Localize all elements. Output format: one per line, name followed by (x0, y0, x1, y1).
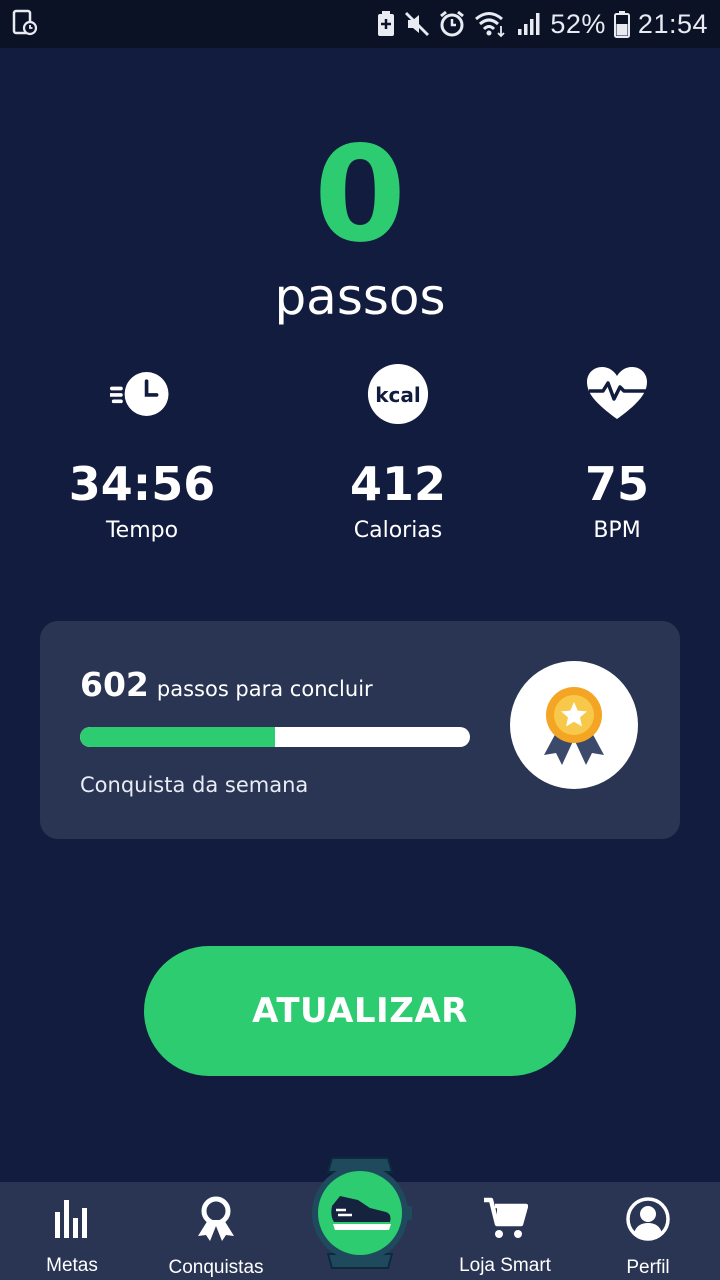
bar-chart-icon (52, 1196, 92, 1245)
stat-calories: kcal 412 Calorias (298, 362, 498, 543)
profile-icon (625, 1196, 671, 1247)
calories-value: 412 (349, 457, 447, 511)
achievement-progress-fill (80, 727, 275, 747)
signal-icon (516, 11, 542, 37)
screen-record-icon (12, 8, 38, 41)
nav-item-metas[interactable]: Metas (22, 1182, 122, 1280)
stat-time: 34:56 Tempo (42, 362, 242, 543)
bpm-value: 75 (584, 457, 649, 511)
achievement-progress-bar (80, 727, 470, 747)
remaining-steps-number: 602 (80, 665, 149, 704)
achievement-remaining: 602 passos para concluir (80, 665, 373, 704)
clock-icon (110, 362, 174, 426)
stat-bpm: 75 BPM (517, 362, 717, 543)
alarm-icon (438, 10, 466, 38)
medal-icon (510, 661, 638, 789)
update-button[interactable]: ATUALIZAR (144, 946, 576, 1076)
steps-label: passos (274, 268, 446, 326)
nav-label-perfil: Perfil (626, 1257, 670, 1278)
nav-item-loja-smart[interactable]: Loja Smart (444, 1182, 566, 1280)
steps-count: 0 (314, 118, 406, 272)
nav-label-loja-smart: Loja Smart (459, 1255, 551, 1276)
nav-item-conquistas[interactable]: Conquistas (150, 1182, 282, 1280)
achievement-subtitle: Conquista da semana (80, 773, 309, 797)
clock-time: 21:54 (637, 8, 708, 39)
smartwatch-shoe-button[interactable] (300, 1150, 420, 1280)
heart-rate-icon (585, 362, 649, 426)
kcal-icon: kcal (366, 362, 430, 426)
award-icon (194, 1196, 238, 1247)
nav-item-perfil[interactable]: Perfil (600, 1182, 696, 1280)
nav-label-conquistas: Conquistas (168, 1257, 264, 1278)
remaining-steps-text: passos para concluir (156, 677, 373, 701)
time-label: Tempo (105, 518, 179, 543)
smartwatch-shoe-icon (300, 1148, 420, 1280)
weekly-achievement-card[interactable]: 602 passos para concluir Conquista da se… (40, 621, 680, 839)
mute-icon (404, 11, 430, 37)
bpm-label: BPM (593, 518, 641, 543)
nav-label-metas: Metas (46, 1255, 98, 1276)
battery-icon (613, 10, 630, 38)
wifi-icon (474, 10, 508, 38)
kcal-icon-text: kcal (375, 383, 421, 407)
battery-percent: 52% (550, 8, 606, 39)
battery-saver-icon (376, 10, 396, 38)
cart-icon (482, 1196, 529, 1245)
status-bar: 52% 21:54 (0, 0, 720, 48)
calories-label: Calorias (353, 518, 443, 543)
time-value: 34:56 (68, 457, 216, 511)
